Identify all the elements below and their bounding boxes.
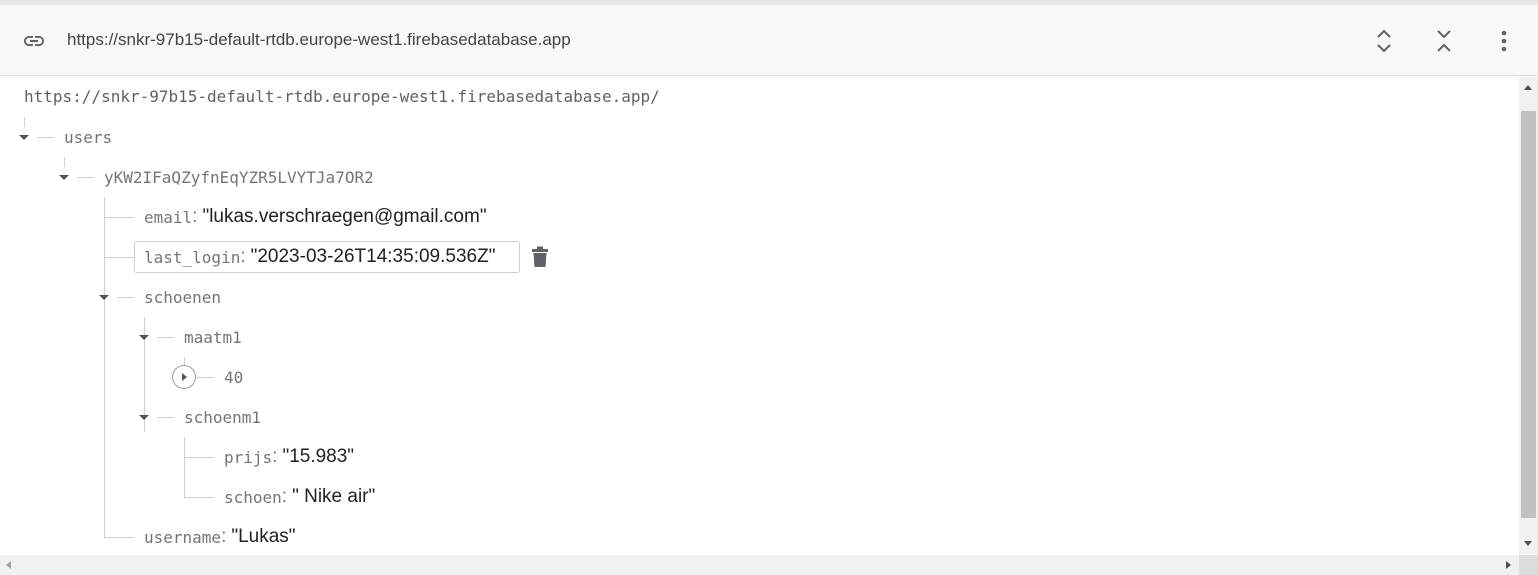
collapse-caret-icon[interactable]	[19, 135, 29, 140]
node-value: " Nike air"	[292, 486, 376, 507]
tree-line	[104, 217, 134, 218]
horizontal-scrollbar[interactable]	[0, 555, 1519, 575]
tree-line	[77, 177, 94, 178]
tree-line	[24, 117, 25, 127]
key-separator: :	[192, 206, 198, 227]
tree-line	[157, 337, 174, 338]
expand-arrow-icon	[182, 373, 187, 381]
tree-line	[104, 537, 134, 538]
node-schoenen[interactable]: schoenen	[144, 285, 221, 309]
collapse-all-icon	[1437, 30, 1451, 52]
collapse-caret-icon[interactable]	[139, 335, 149, 340]
more-vert-icon	[1501, 30, 1507, 52]
node-key: maatm1	[184, 327, 242, 347]
node-value: "lukas.verschraegen@gmail.com"	[202, 206, 487, 227]
scroll-up-arrow-icon[interactable]	[1524, 85, 1532, 90]
node-value: "Lukas"	[231, 526, 296, 547]
node-40[interactable]: 40	[224, 365, 243, 389]
node-email[interactable]: email : "lukas.verschraegen@gmail.com"	[144, 205, 487, 229]
link-icon[interactable]	[20, 29, 48, 53]
expand-node-button[interactable]	[172, 365, 196, 389]
node-key: users	[64, 127, 113, 147]
database-url-bar: https://snkr-97b15-default-rtdb.europe-w…	[0, 5, 1538, 76]
collapse-caret-icon[interactable]	[139, 415, 149, 420]
tree-line	[117, 297, 134, 298]
node-key: email	[144, 207, 193, 227]
database-url: https://snkr-97b15-default-rtdb.europe-w…	[67, 30, 571, 49]
node-last-login[interactable]: last_login : "2023-03-26T14:35:09.536Z"	[144, 245, 495, 269]
more-options-button[interactable]	[1484, 21, 1524, 61]
node-prijs[interactable]: prijs : "15.983"	[224, 445, 354, 469]
node-key: yKW2IFaQZyfnEqYZR5LVYTJa7OR2	[104, 167, 374, 187]
tree-line	[104, 197, 105, 537]
node-key: username	[144, 527, 222, 547]
tree-line	[184, 457, 214, 458]
node-key: prijs	[224, 447, 273, 467]
node-value: "2023-03-26T14:35:09.536Z"	[250, 246, 496, 267]
node-user-id[interactable]: yKW2IFaQZyfnEqYZR5LVYTJa7OR2	[104, 165, 374, 189]
node-maatm1[interactable]: maatm1	[184, 325, 242, 349]
key-separator: :	[281, 486, 288, 507]
scroll-right-arrow-icon[interactable]	[1506, 561, 1511, 569]
tree-line	[184, 437, 185, 497]
delete-icon[interactable]	[530, 246, 550, 268]
expand-all-icon	[1377, 29, 1391, 53]
node-key: schoenm1	[184, 407, 262, 427]
node-username[interactable]: username : "Lukas"	[144, 525, 296, 549]
node-key: schoenen	[144, 287, 222, 307]
data-tree: https://snkr-97b15-default-rtdb.europe-w…	[0, 77, 1519, 554]
vertical-scroll-thumb[interactable]	[1521, 111, 1536, 518]
collapse-caret-icon[interactable]	[59, 175, 69, 180]
vertical-scrollbar[interactable]	[1519, 77, 1538, 554]
node-schoen[interactable]: schoen : " Nike air"	[224, 485, 375, 509]
tree-line	[37, 137, 54, 138]
key-separator: :	[272, 446, 278, 467]
tree-line	[196, 377, 214, 378]
node-key: 40	[224, 367, 244, 387]
scroll-left-arrow-icon[interactable]	[6, 561, 11, 569]
key-separator: :	[240, 246, 246, 267]
tree-line	[184, 497, 214, 498]
node-key: last_login	[144, 247, 241, 267]
node-users[interactable]: users	[64, 125, 112, 149]
node-key: schoen	[224, 487, 282, 507]
node-value: "15.983"	[282, 446, 355, 467]
node-schoenm1[interactable]: schoenm1	[184, 405, 261, 429]
tree-line	[64, 157, 65, 167]
collapse-caret-icon[interactable]	[99, 295, 109, 300]
scroll-down-arrow-icon[interactable]	[1524, 541, 1532, 546]
tree-line	[157, 417, 174, 418]
collapse-all-button[interactable]	[1424, 21, 1464, 61]
tree-line	[104, 257, 134, 258]
key-separator: :	[221, 526, 227, 547]
scrollbar-corner	[1519, 555, 1538, 575]
root-url[interactable]: https://snkr-97b15-default-rtdb.europe-w…	[24, 87, 660, 106]
expand-all-button[interactable]	[1364, 21, 1404, 61]
